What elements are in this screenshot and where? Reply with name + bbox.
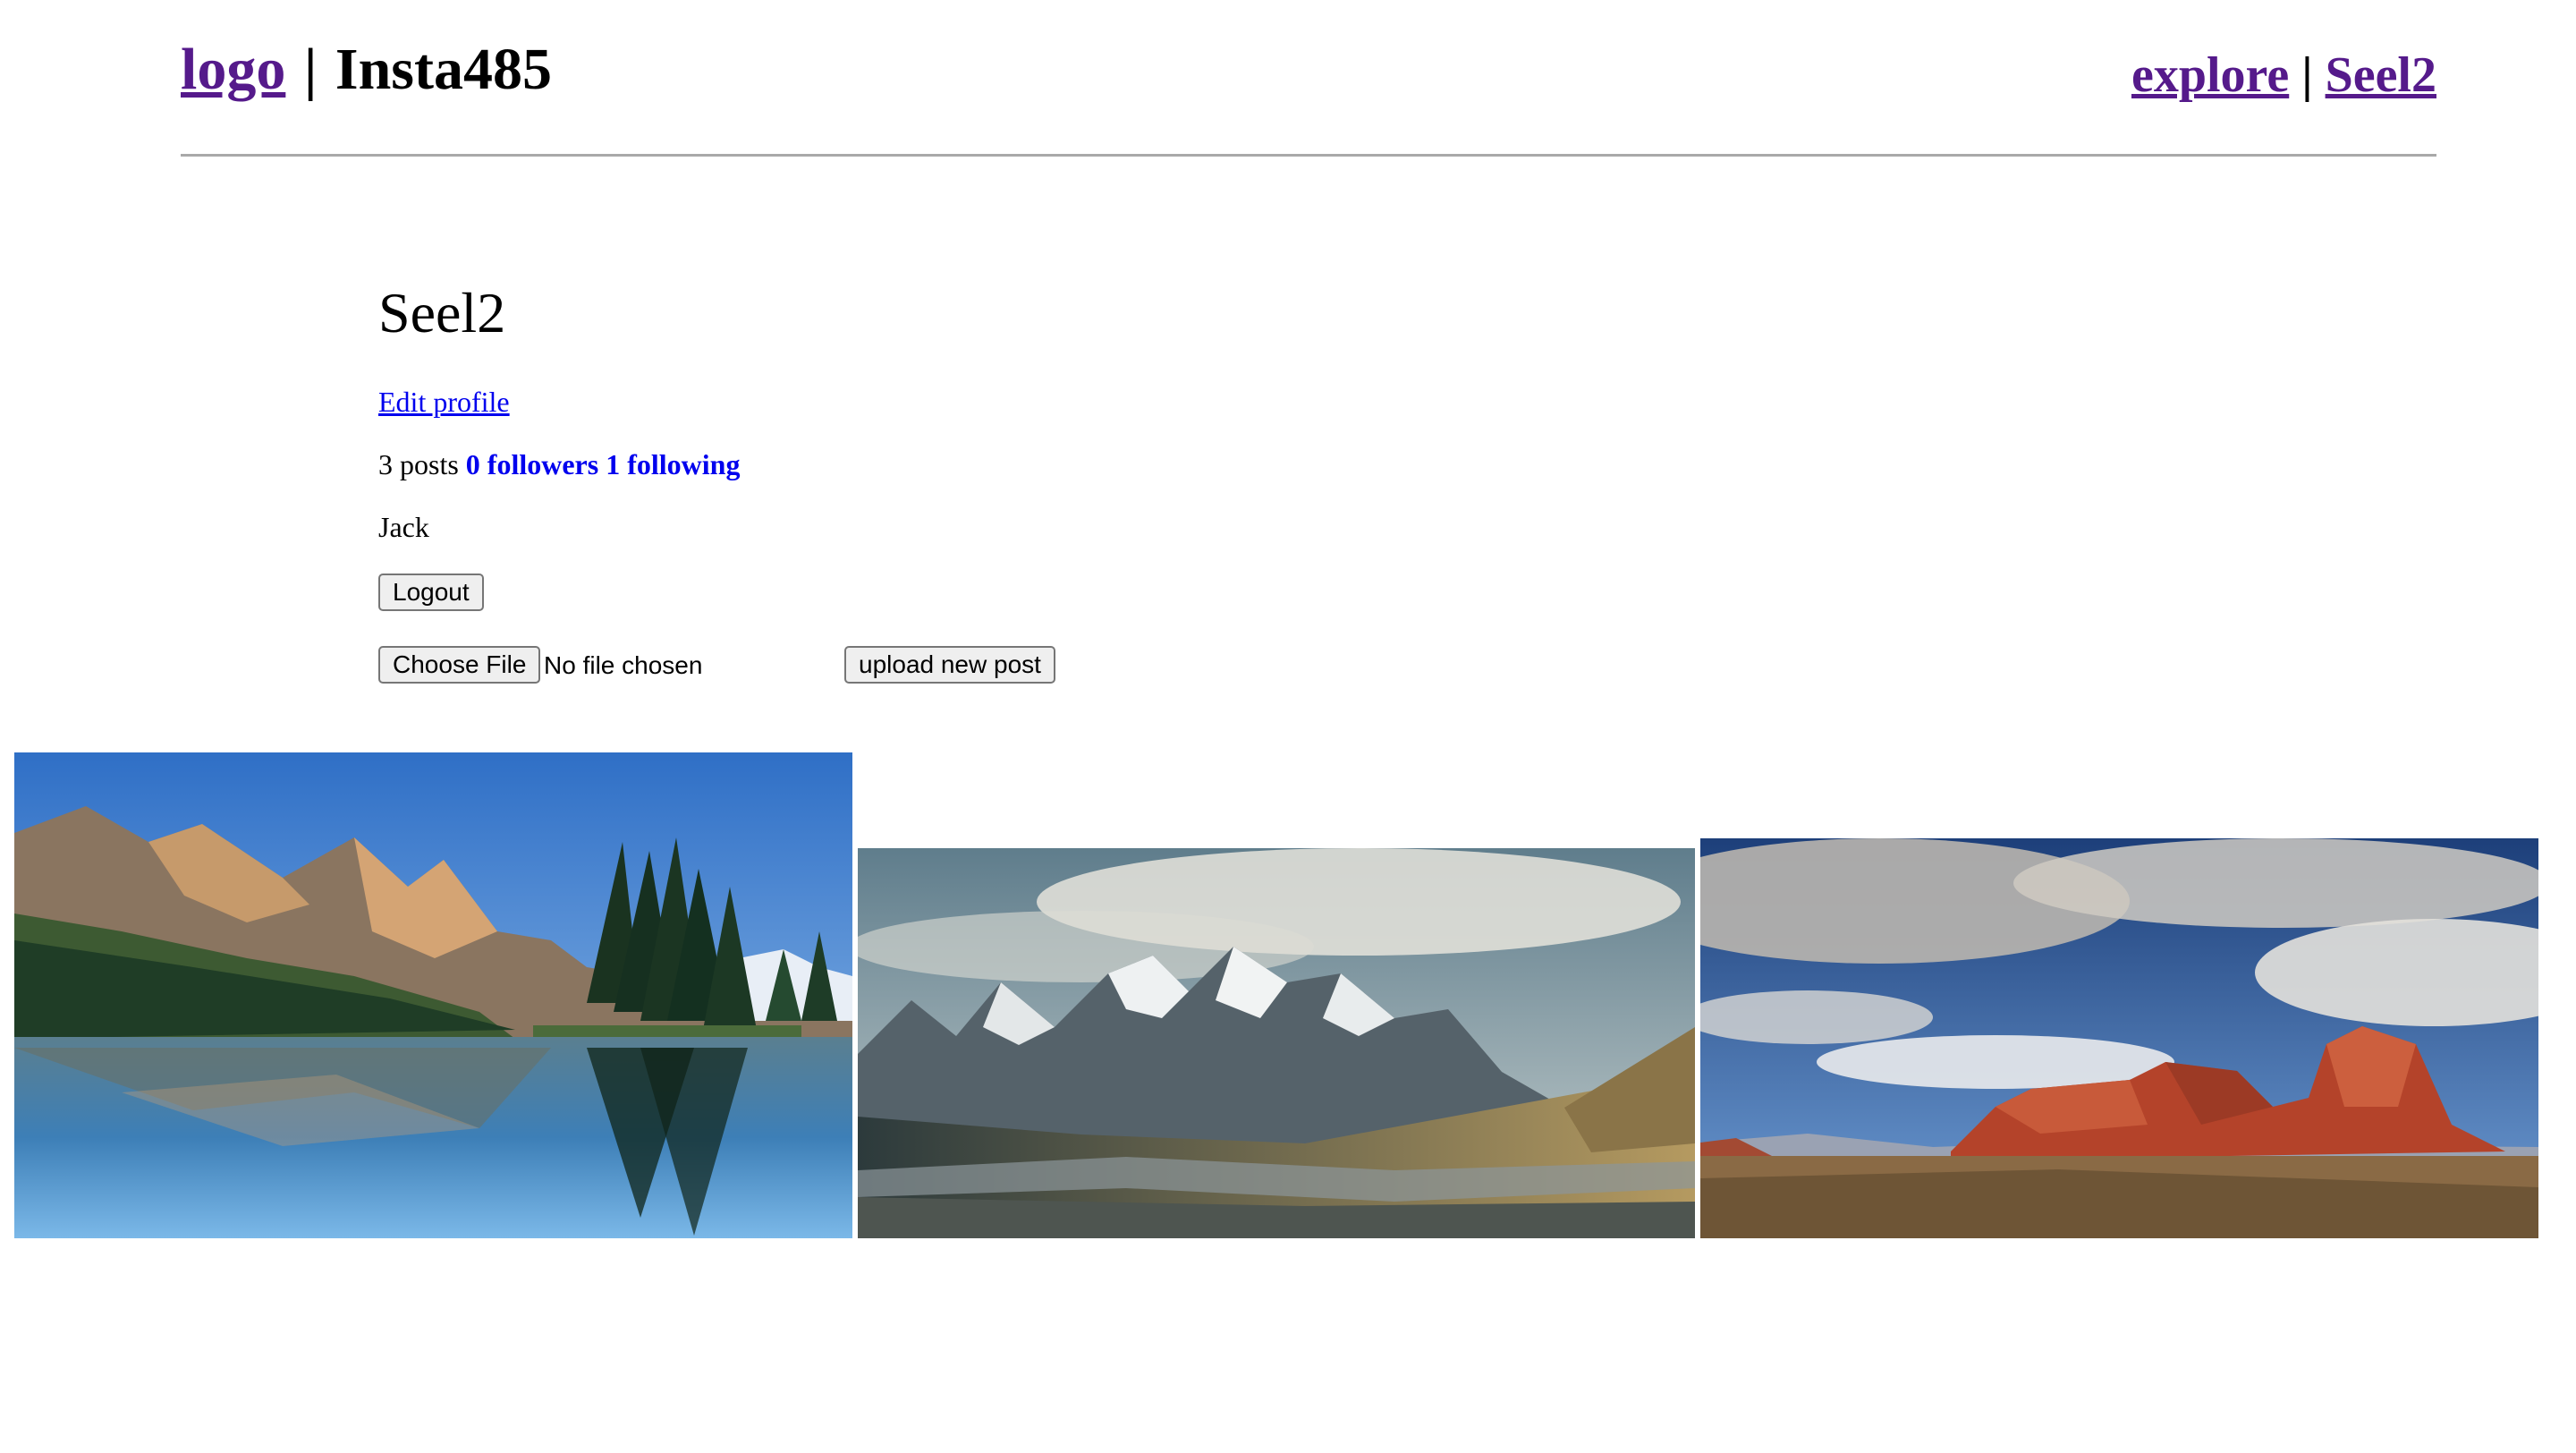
post-image-1[interactable] [14, 752, 852, 1238]
logo-link[interactable]: logo [181, 37, 285, 102]
user-profile-link[interactable]: Seel2 [2326, 47, 2436, 103]
logout-button[interactable]: Logout [378, 574, 484, 611]
brand: logo | Insta485 [181, 34, 552, 106]
posts-count: 3 posts [378, 448, 459, 480]
post-image-3[interactable] [1700, 838, 2538, 1238]
upload-post-button[interactable]: upload new post [844, 646, 1055, 684]
profile-stats: 3 posts 0 followers 1 following [378, 446, 740, 483]
explore-link[interactable]: explore [2131, 47, 2289, 103]
nav-separator: | [2301, 47, 2313, 103]
snowy-valley-image [858, 848, 1695, 1238]
brand-separator: | [303, 37, 318, 102]
site-title: Insta485 [335, 37, 552, 102]
site-header: logo | Insta485 explore | Seel2 [181, 34, 2436, 106]
header-divider [181, 154, 2436, 157]
file-status: No file chosen [544, 651, 703, 679]
mountain-lake-image [14, 752, 852, 1238]
profile-username: Seel2 [378, 281, 506, 344]
upload-form: Choose File No file chosen upload new po… [378, 646, 1094, 685]
post-image-2[interactable] [858, 848, 1695, 1238]
top-nav: explore | Seel2 [2131, 39, 2436, 111]
red-rock-image [1700, 838, 2538, 1238]
following-link[interactable]: 1 following [606, 448, 740, 480]
choose-file-button[interactable]: Choose File [378, 646, 541, 684]
profile-fullname: Jack [378, 511, 429, 543]
followers-link[interactable]: 0 followers [466, 448, 598, 480]
edit-profile-link[interactable]: Edit profile [378, 383, 510, 421]
